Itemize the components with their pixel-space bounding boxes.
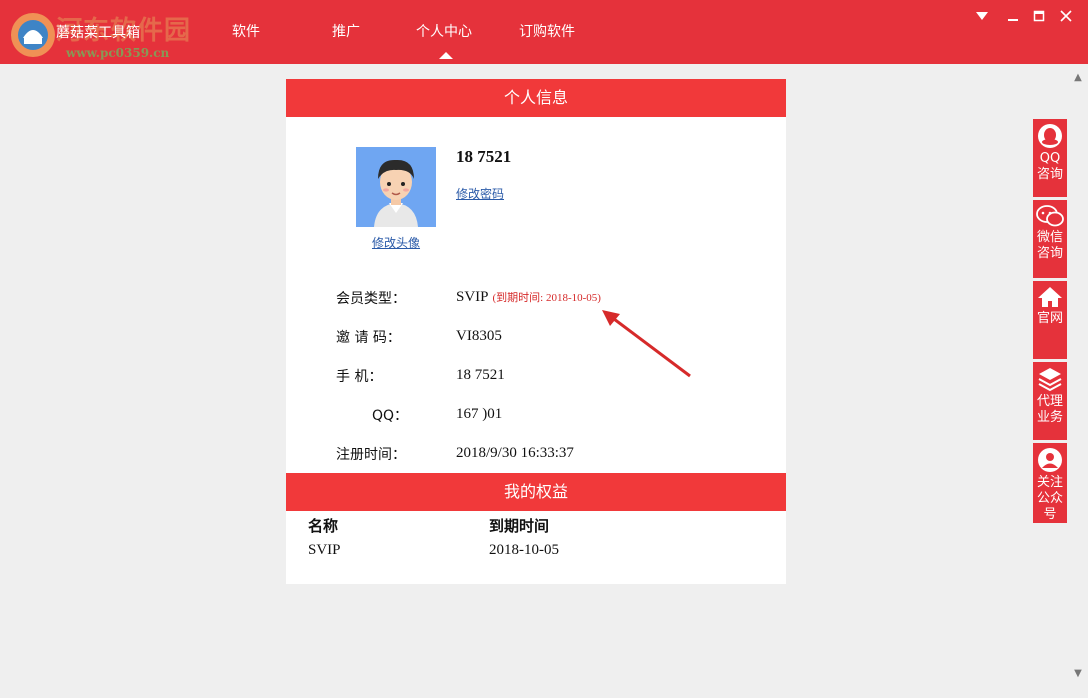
expire-date-text: (到期时间: 2018-10-05) <box>492 292 601 304</box>
nav-order-software[interactable]: 订购软件 <box>519 21 575 41</box>
close-icon <box>1060 10 1072 22</box>
invite-code-value: VI8305 <box>456 328 502 344</box>
minimize-button[interactable] <box>1003 10 1023 28</box>
rights-col-name: 名称 <box>308 519 339 535</box>
official-site-button[interactable]: 官网 <box>1033 281 1067 359</box>
register-time-label: 注册时间： <box>336 447 406 463</box>
close-button[interactable] <box>1056 10 1076 28</box>
watermark-url: www.pc0359.cn <box>66 46 170 60</box>
nav-personal-center[interactable]: 个人中心 <box>416 21 472 41</box>
wechat-consult-button[interactable]: 微信 咨询 <box>1033 200 1067 278</box>
title-bar: 河东软件园 蘑菇菜工具箱 www.pc0359.cn 软件 推广 个人中心 订购… <box>0 0 1088 64</box>
phone-label: 手 机： <box>336 369 383 385</box>
avatar <box>356 147 436 227</box>
nav-software[interactable]: 软件 <box>232 21 260 41</box>
scroll-down-button[interactable]: ▼ <box>1070 668 1086 679</box>
rights-col-expire: 到期时间 <box>489 519 550 535</box>
user-icon <box>1038 448 1062 472</box>
app-logo-icon <box>11 13 55 57</box>
rights-row-name: SVIP <box>308 542 341 558</box>
personal-info-panel: 个人信息 修改头像 18 7521 修改密码 会员类型： SVIP (到期时间: … <box>286 79 786 584</box>
chevron-down-icon <box>976 12 988 20</box>
agent-business-button[interactable]: 代理 业务 <box>1033 362 1067 440</box>
invite-code-label: 邀 请 码： <box>336 330 401 346</box>
qq-value: 167 )01 <box>456 406 503 422</box>
phone-value: 18 7521 <box>456 367 505 383</box>
active-tab-indicator <box>439 52 453 59</box>
follow-official-account-button[interactable]: 关注 公众 号 <box>1033 443 1067 523</box>
avatar-image <box>356 147 436 227</box>
member-type-label: 会员类型： <box>336 291 406 307</box>
maximize-button[interactable] <box>1029 10 1049 28</box>
wechat-consult-label: 微信 咨询 <box>1036 230 1063 261</box>
scroll-up-button[interactable]: ▲ <box>1070 72 1086 83</box>
qq-consult-label: QQ 咨询 <box>1036 151 1063 182</box>
official-site-label: 官网 <box>1036 311 1063 326</box>
follow-official-account-label: 关注 公众 号 <box>1036 475 1063 522</box>
annotation-arrow <box>602 310 691 378</box>
register-time-value: 2018/9/30 16:33:37 <box>456 445 574 461</box>
home-icon <box>1038 287 1062 307</box>
layers-icon <box>1038 368 1062 392</box>
member-type-value: SVIP (到期时间: 2018-10-05) <box>456 289 601 306</box>
rights-row-expire: 2018-10-05 <box>489 542 559 558</box>
qq-consult-button[interactable]: QQ 咨询 <box>1033 119 1067 197</box>
nav-promotion[interactable]: 推广 <box>332 21 360 41</box>
minimize-icon <box>1008 19 1018 21</box>
personal-info-header: 个人信息 <box>286 79 786 117</box>
my-rights-header: 我的权益 <box>286 473 786 511</box>
change-avatar-link[interactable]: 修改头像 <box>372 234 420 251</box>
username: 18 7521 <box>456 147 512 166</box>
member-type-text: SVIP <box>456 289 489 305</box>
wechat-icon <box>1036 205 1064 227</box>
change-password-link[interactable]: 修改密码 <box>456 185 504 202</box>
qq-icon <box>1038 124 1062 148</box>
maximize-icon <box>1033 10 1045 22</box>
dropdown-menu-button[interactable] <box>972 10 992 28</box>
qq-label: QQ： <box>372 408 409 424</box>
app-name: 蘑菇菜工具箱 <box>56 25 140 41</box>
agent-business-label: 代理 业务 <box>1036 394 1063 425</box>
